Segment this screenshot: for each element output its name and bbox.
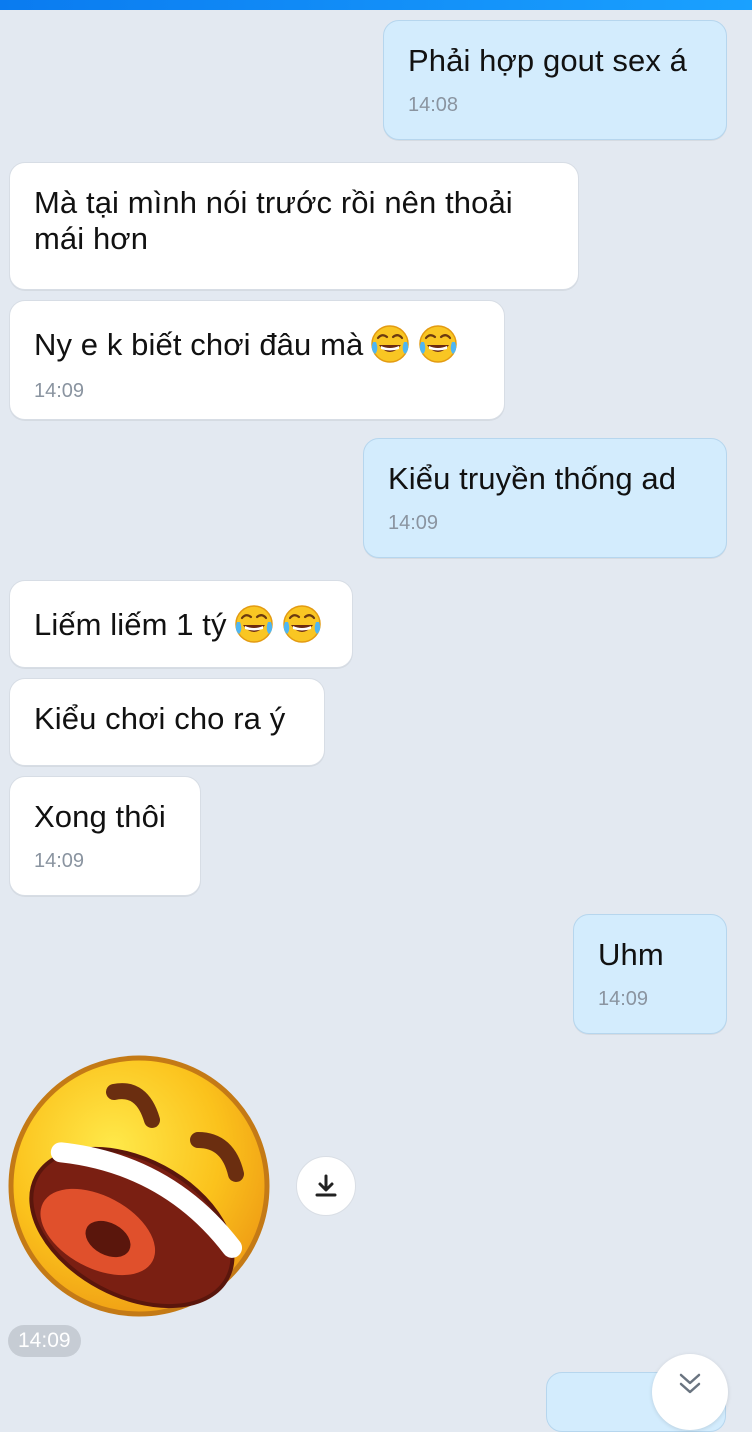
message-text: Ny e k biết chơi đâu mà — [34, 323, 480, 365]
face-with-tears-of-joy-icon — [419, 325, 458, 363]
message-text: Xong thôi — [34, 799, 166, 834]
message-bubble-incoming[interactable]: Liếm liếm 1 tý — [9, 580, 353, 668]
message-bubble-outgoing[interactable]: Kiểu truyền thống ad 14:09 — [363, 438, 727, 558]
double-chevron-down-icon — [679, 1373, 701, 1394]
message-text: Kiểu chơi cho ra ý — [34, 701, 286, 736]
message-text: Uhm — [598, 937, 664, 972]
face-with-tears-of-joy-icon — [282, 605, 321, 643]
message-text: Kiểu truyền thống ad — [388, 461, 677, 496]
message-bubble-incoming[interactable]: Kiểu chơi cho ra ý — [9, 678, 325, 766]
message-text: Phải hợp gout sex á — [408, 43, 688, 78]
face-with-tears-of-joy-icon — [371, 325, 410, 363]
message-bubble-outgoing[interactable]: Uhm 14:09 — [573, 914, 727, 1034]
message-bubble-incoming[interactable]: Xong thôi 14:09 — [9, 776, 201, 896]
message-text: Mà tại mình nói trước rồi nên thoải mái … — [34, 185, 513, 256]
message-time: 14:08 — [408, 94, 459, 116]
message-time: 14:09 — [34, 380, 85, 402]
scroll-to-bottom-button[interactable] — [652, 1354, 728, 1430]
sticker-time: 14:09 — [8, 1325, 81, 1357]
message-bubble-incoming[interactable]: Mà tại mình nói trước rồi nên thoải mái … — [9, 162, 579, 290]
message-bubble-outgoing[interactable]: Phải hợp gout sex á 14:08 — [383, 20, 727, 140]
message-bubble-incoming[interactable]: Ny e k biết chơi đâu mà 14:09 — [9, 300, 505, 420]
face-with-tears-of-joy-icon — [234, 605, 273, 643]
download-button[interactable] — [296, 1156, 356, 1216]
download-icon — [315, 1174, 337, 1197]
message-time: 14:09 — [598, 988, 649, 1010]
message-time: 14:09 — [34, 850, 85, 872]
top-accent-bar — [0, 0, 752, 10]
message-text: Liếm liếm 1 tý — [34, 603, 328, 645]
laughing-face-sticker[interactable] — [6, 1054, 272, 1318]
message-time: 14:09 — [388, 512, 439, 534]
